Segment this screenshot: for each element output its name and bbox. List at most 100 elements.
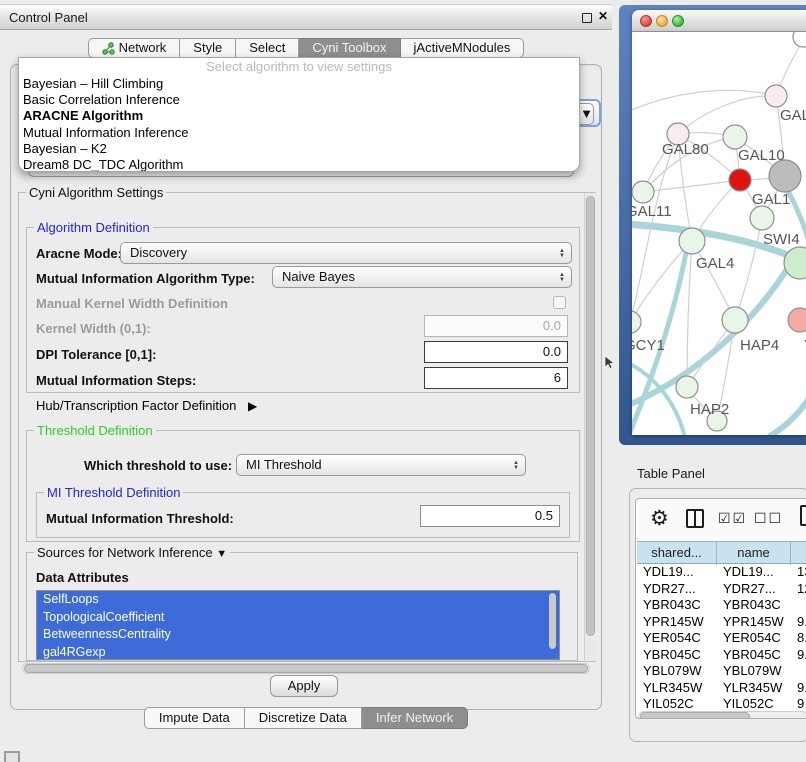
node-gray[interactable] — [769, 160, 801, 192]
tab-network[interactable]: Network — [88, 38, 181, 58]
network-window-titlebar[interactable] — [632, 10, 806, 32]
table-cell: YER054C — [637, 630, 717, 647]
cyni-bottom-tabbar: Impute DataDiscretize DataInfer Network — [0, 707, 612, 729]
mi-algorithm-type-select[interactable]: Naive Bayes ▲▼ — [272, 266, 572, 288]
gear-icon[interactable]: ⚙ — [650, 506, 669, 531]
table-row[interactable]: YBR043CYBR043C — [637, 597, 806, 614]
sources-group-header[interactable]: Sources for Network Inference ▼ — [34, 545, 230, 560]
table-cell: YBL079W — [717, 663, 791, 680]
node-HAP2[interactable] — [676, 376, 698, 398]
network-view-panel: GALGAL80GAL10GAL1GAL11SWI4GAL4GCY1HAP4YH… — [619, 5, 806, 445]
table-cell: 12 — [791, 581, 806, 598]
node-HAP4[interactable] — [722, 307, 748, 333]
aracne-mode-select[interactable]: Discovery ▲▼ — [120, 242, 572, 264]
control-panel-tabbar: Network Style Select Cyni ToolboxjActiveMNo… — [0, 38, 612, 58]
algorithm-definition-title: Algorithm Definition — [34, 220, 153, 235]
manual-kernel-width-checkbox[interactable] — [553, 296, 566, 309]
hub-definition-expander[interactable]: Hub/Transcription Factor Definition ▶ — [36, 398, 257, 413]
algorithm-option-dream8-dc-tdc-algorithm[interactable]: Dream8 DC_TDC Algorithm — [19, 157, 579, 172]
apply-button[interactable]: Apply — [270, 675, 338, 697]
column-header-shared-[interactable]: shared... — [637, 542, 717, 565]
data-attributes-list[interactable]: SelfLoopsTopologicalCoefficientBetweenne… — [36, 590, 560, 660]
algorithm-option-basic-correlation-inference[interactable]: Basic Correlation Inference — [19, 92, 579, 108]
table-row[interactable]: YDR27...YDR27...12 — [637, 581, 806, 598]
tab-label: Select — [249, 39, 285, 57]
minimize-traffic-light-icon[interactable] — [656, 15, 668, 27]
table-row[interactable]: YBR045CYBR045C9. — [637, 647, 806, 664]
close-icon[interactable]: ✕ — [598, 9, 608, 23]
algorithm-option-bayesian-hill-climbing[interactable]: Bayesian – Hill Climbing — [19, 76, 579, 92]
float-window-icon[interactable] — [582, 13, 592, 23]
node-GCY1[interactable] — [632, 311, 641, 333]
tab-label: Network — [119, 39, 167, 57]
kernel-width-label: Kernel Width (0,1): — [36, 321, 151, 336]
network-edge-thick[interactable] — [770, 390, 806, 435]
table-cell: YLR345W — [637, 680, 717, 697]
kernel-width-input[interactable]: 0.0 — [424, 315, 568, 337]
attribute-item-topologicalcoefficient[interactable]: TopologicalCoefficient — [37, 609, 559, 627]
node-label-gal80: GAL80 — [662, 141, 709, 158]
deselect-all-checkboxes-icon[interactable]: ☐☐ — [754, 510, 783, 527]
attribute-item-betweennesscentrality[interactable]: BetweennessCentrality — [37, 626, 559, 644]
table-row[interactable]: YDL19...YDL19...13 — [637, 564, 806, 581]
node-GAL11[interactable] — [632, 181, 654, 203]
column-header-name[interactable]: name — [717, 542, 791, 565]
node-label-gal10: GAL10 — [738, 147, 785, 164]
tab-jactivemnodules[interactable]: jActiveMNodules — [401, 38, 525, 58]
node-GAL10[interactable] — [723, 125, 747, 149]
mi-steps-label: Mutual Information Steps: — [36, 373, 196, 388]
column-header-2[interactable] — [791, 542, 806, 565]
network-canvas[interactable]: GALGAL80GAL10GAL1GAL11SWI4GAL4GCY1HAP4YH… — [632, 32, 806, 435]
network-edge-thick[interactable] — [632, 230, 690, 432]
node-SWI4[interactable] — [750, 206, 774, 230]
mi-threshold-input[interactable]: 0.5 — [420, 505, 560, 527]
zoom-traffic-light-icon[interactable] — [672, 15, 684, 27]
table-row[interactable]: YPR145WYPR145W9. — [637, 614, 806, 631]
table-cell: YDR27... — [717, 581, 791, 598]
table-row[interactable]: YBL079WYBL079W — [637, 663, 806, 680]
table-row[interactable]: YER054CYER054C8. — [637, 630, 806, 647]
node-Y[interactable] — [788, 308, 806, 332]
node-unlabeled-top[interactable] — [793, 32, 806, 47]
network-icon — [102, 42, 115, 55]
algorithm-option-mutual-information-inference[interactable]: Mutual Information Inference — [19, 125, 579, 141]
node-table[interactable]: shared...nameYDL19...YDL19...13YDR27...Y… — [637, 541, 806, 713]
select-all-checkboxes-icon[interactable]: ☑☑ — [718, 510, 747, 527]
cyni-algorithm-settings-title: Cyni Algorithm Settings — [26, 185, 166, 200]
columns-icon[interactable] — [686, 509, 704, 528]
tab-discretize-data[interactable]: Discretize Data — [245, 707, 362, 729]
close-traffic-light-icon[interactable] — [640, 15, 652, 27]
attributes-list-scrollbar[interactable] — [548, 591, 557, 659]
settings-horizontal-scrollbar[interactable] — [22, 663, 590, 674]
which-threshold-select[interactable]: MI Threshold ▲▼ — [236, 454, 526, 476]
mi-steps-input[interactable]: 6 — [424, 367, 568, 389]
node-GAL4[interactable] — [679, 228, 705, 254]
tab-cyni-toolbox[interactable]: Cyni Toolbox — [299, 38, 400, 58]
table-browser: ⚙ ☑☑ ☐☐ shared...nameYDL19...YDL19...13Y… — [635, 498, 806, 719]
document-icon[interactable] — [800, 505, 806, 526]
network-edge[interactable] — [643, 180, 740, 192]
attribute-item-selfloops[interactable]: SelfLoops — [37, 591, 559, 609]
network-edge[interactable] — [632, 241, 692, 322]
which-threshold-label: Which threshold to use: — [84, 458, 232, 473]
network-edge[interactable] — [687, 241, 692, 387]
node-GAL[interactable] — [765, 85, 787, 107]
node-label-gal4: GAL4 — [696, 255, 734, 272]
algorithm-option-aracne-algorithm[interactable]: ARACNE Algorithm — [19, 108, 579, 124]
table-cell: YBR045C — [717, 647, 791, 664]
table-horizontal-scrollbar[interactable] — [638, 711, 806, 719]
tab-label: Style — [193, 39, 222, 57]
settings-vertical-scrollbar[interactable] — [584, 193, 596, 661]
network-edge[interactable] — [632, 90, 776, 112]
attribute-item-gal4rgexp[interactable]: gal4RGexp — [37, 644, 559, 661]
algorithm-option-bayesian-k2[interactable]: Bayesian – K2 — [19, 141, 579, 157]
docked-panel-icon[interactable] — [4, 751, 20, 762]
tab-impute-data[interactable]: Impute Data — [144, 707, 245, 729]
table-row[interactable]: YLR345WYLR345W9. — [637, 680, 806, 697]
node-GAL1[interactable] — [729, 169, 751, 191]
tab-infer-network[interactable]: Infer Network — [362, 707, 468, 729]
dpi-tolerance-input[interactable]: 0.0 — [424, 341, 568, 363]
tab-style[interactable]: Style — [180, 38, 236, 58]
control-panel-titlebar: Control Panel ✕ — [0, 4, 612, 30]
tab-select[interactable]: Select — [236, 38, 299, 58]
